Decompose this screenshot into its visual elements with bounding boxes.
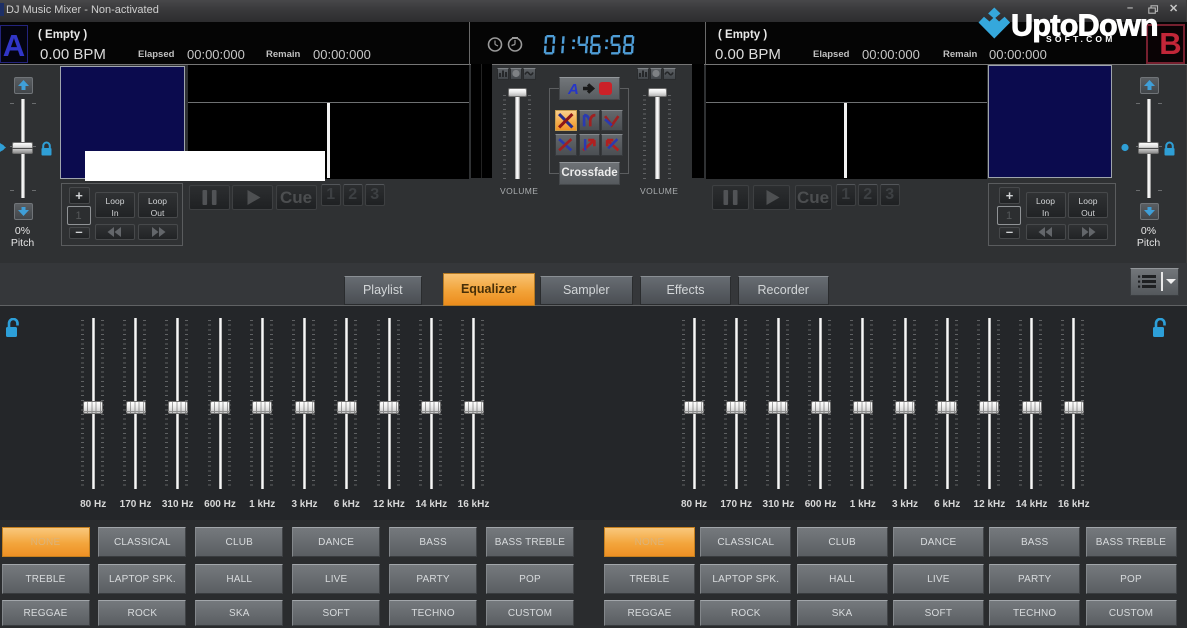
svg-text:A: A <box>567 81 579 98</box>
svg-text:SOFT.COM: SOFT.COM <box>1046 34 1116 44</box>
